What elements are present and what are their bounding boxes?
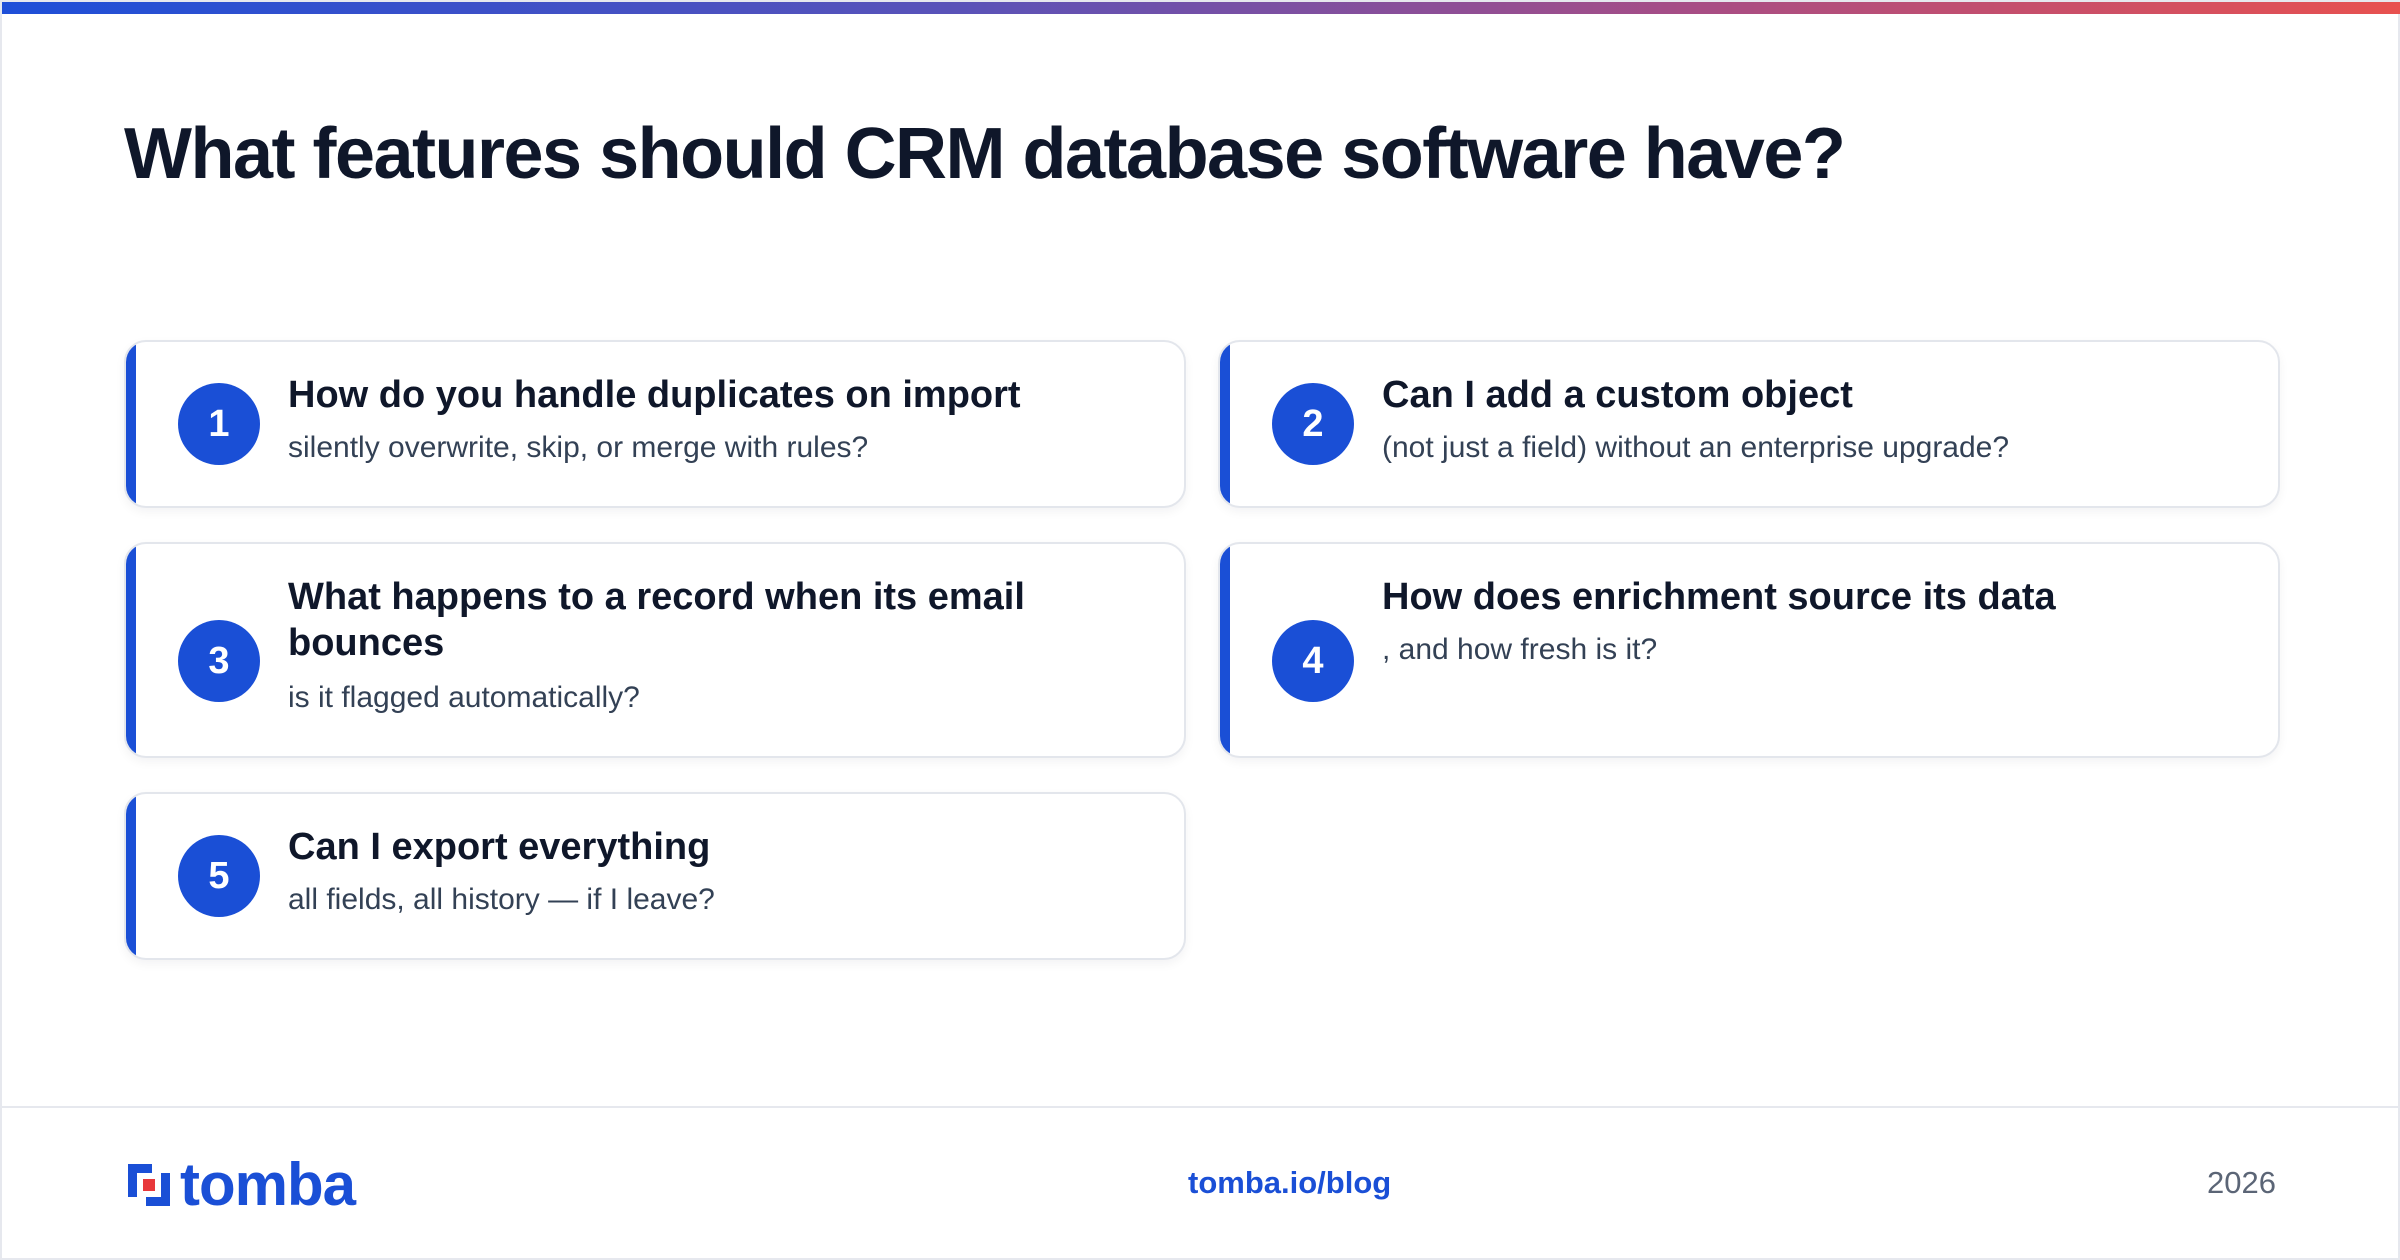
card-title: What happens to a record when its email … — [288, 576, 1025, 664]
card-subtitle: is it flagged automatically? — [288, 681, 640, 714]
card-subtitle: , and how fresh is it? — [1382, 633, 1658, 666]
card-subtitle: all fields, all history — if I leave? — [288, 883, 715, 916]
card-title: Can I export everything — [288, 826, 711, 868]
question-card-3: 3 What happens to a record when its emai… — [124, 542, 1186, 758]
card-title: Can I add a custom object — [1382, 374, 1853, 416]
footer-divider — [2, 1106, 2400, 1108]
tomba-logo-icon — [128, 1164, 170, 1206]
logo-wordmark: tomba — [180, 1151, 356, 1218]
question-card-4: 4 How does enrichment source its data , … — [1218, 542, 2280, 758]
gradient-top-bar — [2, 2, 2400, 14]
footer-year: 2026 — [2207, 1165, 2276, 1200]
tomba-logo[interactable]: tomba — [124, 1151, 356, 1218]
number-badge: 3 — [178, 620, 260, 702]
slide: What features should CRM database softwa… — [0, 0, 2400, 1260]
card-title: How does enrichment source its data — [1382, 576, 2056, 618]
page-title: What features should CRM database softwa… — [124, 114, 1846, 194]
blog-link[interactable]: tomba.io/blog — [1188, 1165, 1391, 1201]
number-badge: 4 — [1272, 620, 1354, 702]
question-card-2: 2 Can I add a custom object (not just a … — [1218, 340, 2280, 508]
number-badge: 2 — [1272, 383, 1354, 465]
question-card-5: 5 Can I export everything all fields, al… — [124, 792, 1186, 960]
card-subtitle: silently overwrite, skip, or merge with … — [288, 431, 869, 464]
card-subtitle: (not just a field) without an enterprise… — [1382, 431, 2010, 464]
number-badge: 1 — [178, 383, 260, 465]
card-title: How do you handle duplicates on import — [288, 374, 1021, 416]
question-card-1: 1 How do you handle duplicates on import… — [124, 340, 1186, 508]
number-badge: 5 — [178, 835, 260, 917]
